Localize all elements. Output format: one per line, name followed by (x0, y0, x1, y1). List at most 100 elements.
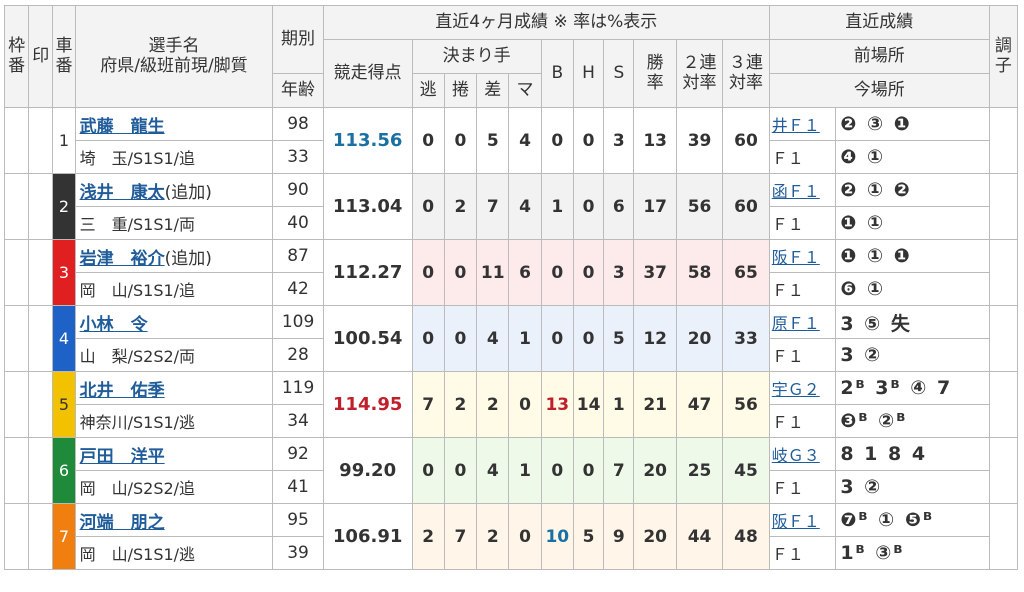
rider-makuri: 2 (443, 371, 478, 438)
rider-ren3: 33 (722, 305, 770, 372)
rider-sashi: 2 (476, 371, 510, 438)
car-number: 2 (52, 173, 76, 240)
rider-b: 0 (540, 239, 574, 306)
prev-place-link[interactable]: 原Ｆ１ (772, 314, 820, 333)
rider-ren2: 44 (675, 503, 724, 570)
header-ren3: ３連 対率 (722, 39, 770, 108)
frame-number (3, 305, 30, 372)
rider-name-link[interactable]: 浅井 康太 (80, 183, 165, 203)
rider-win: 20 (633, 437, 677, 504)
prev-marks: ❷ ① ❷ (835, 173, 990, 207)
rider-name-link[interactable]: 北井 佑季 (80, 381, 165, 401)
rider-row: 1 武藤 龍生 98 113.56 0 0 5 4 0 0 3 13 39 60 井Ｆ１ ❷ ③ ❶ (3, 107, 1019, 174)
rider-win: 17 (633, 173, 677, 240)
rider-nige: 0 (411, 305, 445, 372)
frame-number (3, 239, 30, 306)
rider-h: 5 (572, 503, 605, 570)
header-ren3-top: ３連 (728, 52, 763, 73)
prev-place-link[interactable]: 函Ｆ１ (772, 182, 820, 201)
rider-s: 7 (603, 437, 635, 504)
prev-place-link[interactable]: 岐Ｇ３ (772, 446, 820, 465)
rider-ren3: 60 (722, 107, 770, 174)
rider-makuri: 0 (443, 305, 478, 372)
prev-place-link[interactable]: 阪Ｆ１ (772, 512, 820, 531)
cur-marks: 1ᴮ ③ᴮ (835, 536, 990, 570)
rider-name-link[interactable]: 武藤 龍生 (80, 117, 165, 137)
rider-b: 13 (540, 371, 574, 438)
rider-row: 5 北井 佑季 119 114.95 7 2 2 0 13 14 1 21 47 56 宇Ｇ２ 2ᴮ 3ᴮ ④… (3, 371, 1019, 438)
rider-age: 40 (272, 206, 324, 240)
rider-win: 12 (633, 305, 677, 372)
cur-marks: 3 ② (835, 470, 990, 504)
rider-term: 109 (272, 305, 324, 339)
rider-name-link[interactable]: 河端 朋之 (80, 513, 165, 533)
rider-ma: 4 (508, 107, 542, 174)
rider-b: 0 (540, 305, 574, 372)
prev-marks: 3 ⑤ 失 (835, 305, 990, 339)
rider-score: 100.54 (322, 305, 413, 372)
cur-marks: 3 ② (835, 338, 990, 372)
prev-place-link[interactable]: 井Ｆ１ (772, 116, 820, 135)
header-mark: 印 (28, 5, 54, 108)
rider-row: 6 戸田 洋平 92 99.20 0 0 4 1 0 0 7 20 25 45 岐Ｇ３ 8 1 8 4 (3, 437, 1019, 504)
rider-name-link[interactable]: 小林 令 (80, 315, 148, 335)
rider-age: 34 (272, 404, 324, 438)
condition-cell (988, 371, 1019, 438)
car-number: 5 (52, 371, 76, 438)
rider-makuri: 7 (443, 503, 478, 570)
header-win: 勝 率 (633, 39, 677, 108)
mark-cell (28, 173, 54, 240)
rider-sashi: 11 (476, 239, 510, 306)
rider-score: 113.04 (322, 173, 413, 240)
car-number: 3 (52, 239, 76, 306)
header-nige: 逃 (411, 73, 445, 108)
rider-age: 39 (272, 536, 324, 570)
prev-place-link[interactable]: 宇Ｇ２ (772, 380, 820, 399)
header-ren2: ２連 対率 (675, 39, 724, 108)
rider-name-link[interactable]: 戸田 洋平 (80, 447, 165, 467)
prev-place-link[interactable]: 阪Ｆ１ (772, 248, 820, 267)
rider-score: 114.95 (322, 371, 413, 438)
car-number: 7 (52, 503, 76, 570)
header-recent4: 直近4ヶ月成績 ※ 率は%表示 (322, 5, 770, 40)
prev-marks: ❷ ③ ❶ (835, 107, 990, 141)
cur-place: Ｆ１ (768, 536, 837, 570)
rider-ma: 6 (508, 239, 542, 306)
rider-h: 0 (572, 239, 605, 306)
rider-term: 95 (272, 503, 324, 537)
prev-place-cell: 函Ｆ１ (768, 173, 837, 207)
header-prev-place: 前場所 (768, 39, 990, 74)
rider-b: 1 (540, 173, 574, 240)
rider-win: 13 (633, 107, 677, 174)
rider-win: 20 (633, 503, 677, 570)
header-name: 選手名 府県/級班前現/脚質 (74, 5, 274, 108)
header-win-top: 勝 (646, 52, 664, 73)
rider-s: 3 (603, 239, 635, 306)
car-number: 1 (52, 107, 76, 174)
frame-number (3, 503, 30, 570)
header-name-top: 選手名 (148, 35, 200, 56)
rider-age: 28 (272, 338, 324, 372)
header-b: B (540, 39, 574, 108)
rider-ren2: 47 (675, 371, 724, 438)
cur-place: Ｆ１ (768, 272, 837, 306)
header-h: H (572, 39, 605, 108)
rider-nige: 7 (411, 371, 445, 438)
race-entry-table: 枠番 印 車番 選手名 府県/級班前現/脚質 期別 直近4ヶ月成績 ※ 率は%表… (3, 5, 1019, 570)
prev-place-cell: 原Ｆ１ (768, 305, 837, 339)
cur-marks: ❹ ① (835, 140, 990, 174)
rider-pref: 埼 玉/S1S1/追 (74, 140, 274, 174)
rider-sashi: 4 (476, 437, 510, 504)
cur-place: Ｆ１ (768, 206, 837, 240)
rider-score: 112.27 (322, 239, 413, 306)
rider-makuri: 2 (443, 173, 478, 240)
mark-cell (28, 107, 54, 174)
cur-marks: ❻ ① (835, 272, 990, 306)
rider-name-cell: 小林 令 (74, 305, 274, 339)
rider-name-link[interactable]: 岩津 裕介 (80, 249, 165, 269)
condition-cell (988, 239, 1019, 306)
rider-b: 0 (540, 437, 574, 504)
rider-score: 106.91 (322, 503, 413, 570)
header-ren2-bottom: 対率 (682, 72, 717, 93)
header-recent: 直近成績 (768, 5, 990, 40)
